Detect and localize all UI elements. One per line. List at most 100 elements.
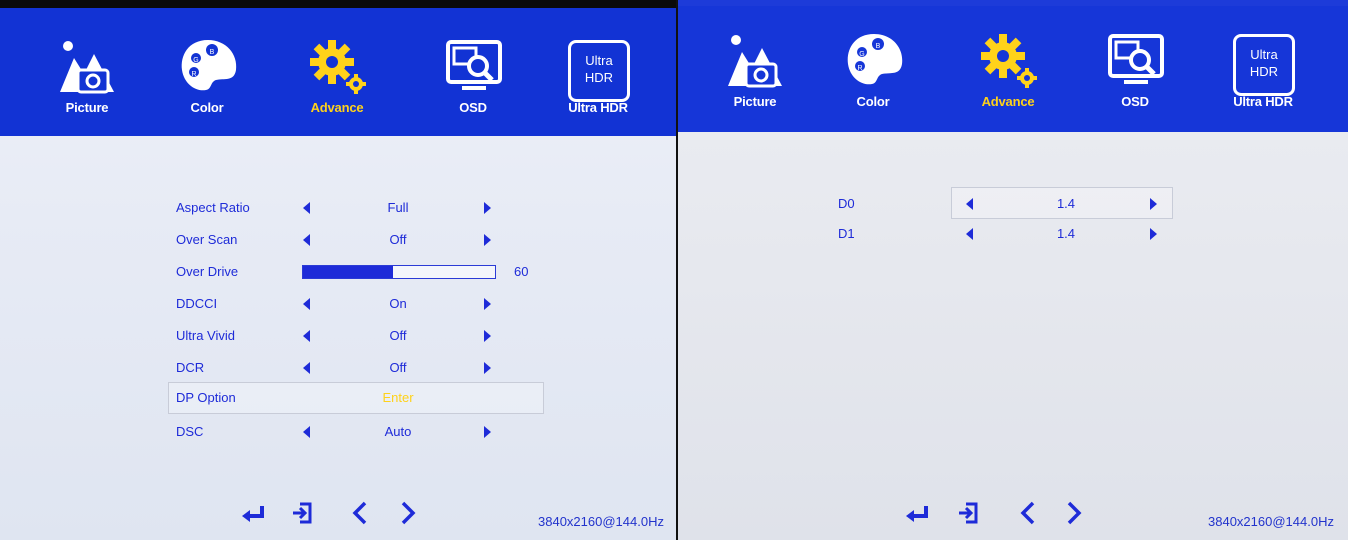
menu-label: D0 <box>838 196 855 211</box>
monitor-search-icon <box>1108 34 1164 84</box>
menu-row-d1[interactable]: D1 1.4 <box>838 222 1178 246</box>
svg-text:G: G <box>859 51 864 58</box>
right-arrow-icon[interactable] <box>1064 500 1084 526</box>
picture-icon <box>728 35 782 88</box>
tab-label: OSD <box>1121 94 1149 109</box>
menu-value: Full <box>387 200 409 215</box>
menu-value: Off <box>389 360 407 375</box>
tab-ultra-hdr[interactable]: Ultra HDR Ultra HDR <box>543 8 653 128</box>
over-drive-slider[interactable] <box>302 265 496 279</box>
right-arrow-icon[interactable] <box>484 362 491 374</box>
tab-label: Ultra HDR <box>1233 94 1293 109</box>
resolution-readout: 3840x2160@144.0Hz <box>1208 514 1334 529</box>
tab-bar: Picture G R B Color Advance OSD Ultra HD… <box>0 8 676 136</box>
left-arrow-icon[interactable] <box>303 234 310 246</box>
tab-label: Picture <box>733 94 777 109</box>
svg-text:R: R <box>191 71 196 78</box>
menu-label: D1 <box>838 226 855 241</box>
menu-row-dcr[interactable]: DCR Off <box>176 356 536 380</box>
menu-row-dp-option[interactable]: DP Option Enter <box>176 386 536 410</box>
left-arrow-icon[interactable] <box>303 298 310 310</box>
menu-value: Auto <box>384 424 412 439</box>
exit-icon[interactable] <box>956 501 980 525</box>
picture-icon <box>60 41 114 94</box>
menu-value: Off <box>389 328 407 343</box>
right-arrow-icon[interactable] <box>484 234 491 246</box>
left-arrow-icon[interactable] <box>303 330 310 342</box>
tab-advance[interactable]: Advance <box>953 2 1063 122</box>
tab-label: Color <box>856 94 890 109</box>
tab-picture[interactable]: Picture <box>32 8 142 128</box>
menu-row-over-scan[interactable]: Over Scan Off <box>176 228 536 252</box>
right-arrow-icon[interactable] <box>484 426 491 438</box>
tab-osd[interactable]: OSD <box>418 8 528 128</box>
right-arrow-icon[interactable] <box>398 500 418 526</box>
menu-label: DP Option <box>176 390 236 405</box>
menu-label: DSC <box>176 424 204 439</box>
left-arrow-icon[interactable] <box>303 426 310 438</box>
left-arrow-icon[interactable] <box>350 500 370 526</box>
svg-text:R: R <box>857 65 862 72</box>
menu-row-aspect-ratio[interactable]: Aspect Ratio Full <box>176 196 536 220</box>
monitor-search-icon <box>446 40 502 90</box>
menu-label: Over Scan <box>176 232 238 247</box>
tab-osd[interactable]: OSD <box>1080 2 1190 122</box>
enter-icon[interactable] <box>240 502 268 526</box>
osd-panel-advance: Picture G R B Color Advance OSD Ultra HD… <box>0 0 676 540</box>
ultra-hdr-icon-text-2: HDR <box>584 70 614 85</box>
tab-color[interactable]: G R B Color <box>152 8 262 128</box>
menu-label: DCR <box>176 360 205 375</box>
svg-text:B: B <box>210 49 215 56</box>
tab-label: Picture <box>65 100 109 115</box>
tab-label: Ultra HDR <box>568 100 628 115</box>
menu-row-d0[interactable]: D0 1.4 <box>838 192 1178 216</box>
right-arrow-icon[interactable] <box>484 202 491 214</box>
left-arrow-icon[interactable] <box>303 202 310 214</box>
gear-icon <box>981 34 1037 88</box>
tab-ultra-hdr[interactable]: Ultra HDR Ultra HDR <box>1208 2 1318 122</box>
tab-label: Advance <box>981 94 1035 109</box>
right-arrow-icon[interactable] <box>1150 228 1157 240</box>
right-arrow-icon[interactable] <box>484 298 491 310</box>
tab-picture[interactable]: Picture <box>700 2 810 122</box>
svg-text:G: G <box>193 57 198 64</box>
svg-text:B: B <box>876 43 881 50</box>
resolution-readout: 3840x2160@144.0Hz <box>538 514 664 529</box>
left-arrow-icon[interactable] <box>1018 500 1038 526</box>
menu-row-over-drive[interactable]: Over Drive 60 <box>176 260 556 284</box>
menu-value: Enter <box>382 390 414 405</box>
tab-label: OSD <box>459 100 487 115</box>
ultra-hdr-icon-text-2: HDR <box>1249 64 1279 79</box>
menu-label: Ultra Vivid <box>176 328 236 343</box>
tab-bar: Picture G R B Color Advance OSD Ultra HD… <box>678 6 1348 132</box>
bezel-edge <box>0 0 676 8</box>
right-arrow-icon[interactable] <box>484 330 491 342</box>
tab-advance[interactable]: Advance <box>282 8 392 128</box>
gear-icon <box>310 40 366 94</box>
menu-label: Over Drive <box>176 264 239 279</box>
ultra-hdr-icon: Ultra HDR <box>568 40 630 102</box>
tab-label: Advance <box>310 100 364 115</box>
tab-color[interactable]: G R B Color <box>818 2 928 122</box>
palette-icon: G R B <box>181 40 237 91</box>
menu-row-ddcci[interactable]: DDCCI On <box>176 292 536 316</box>
ultra-hdr-icon: Ultra HDR <box>1233 34 1295 96</box>
menu-value: 1.4 <box>1056 226 1076 241</box>
menu-row-ultra-vivid[interactable]: Ultra Vivid Off <box>176 324 536 348</box>
menu-value: 1.4 <box>1056 196 1076 211</box>
slider-value: 60 <box>514 264 529 279</box>
menu-label: DDCCI <box>176 296 218 311</box>
menu-value: Off <box>389 232 407 247</box>
palette-icon: G R B <box>847 34 903 85</box>
menu-value: On <box>389 296 407 311</box>
right-arrow-icon[interactable] <box>1150 198 1157 210</box>
exit-icon[interactable] <box>290 501 314 525</box>
menu-row-dsc[interactable]: DSC Auto <box>176 420 536 444</box>
left-arrow-icon[interactable] <box>966 198 973 210</box>
left-arrow-icon[interactable] <box>966 228 973 240</box>
slider-fill <box>303 266 394 278</box>
left-arrow-icon[interactable] <box>303 362 310 374</box>
tab-label: Color <box>190 100 224 115</box>
ultra-hdr-icon-text-1: Ultra <box>1250 47 1278 62</box>
enter-icon[interactable] <box>904 502 932 526</box>
